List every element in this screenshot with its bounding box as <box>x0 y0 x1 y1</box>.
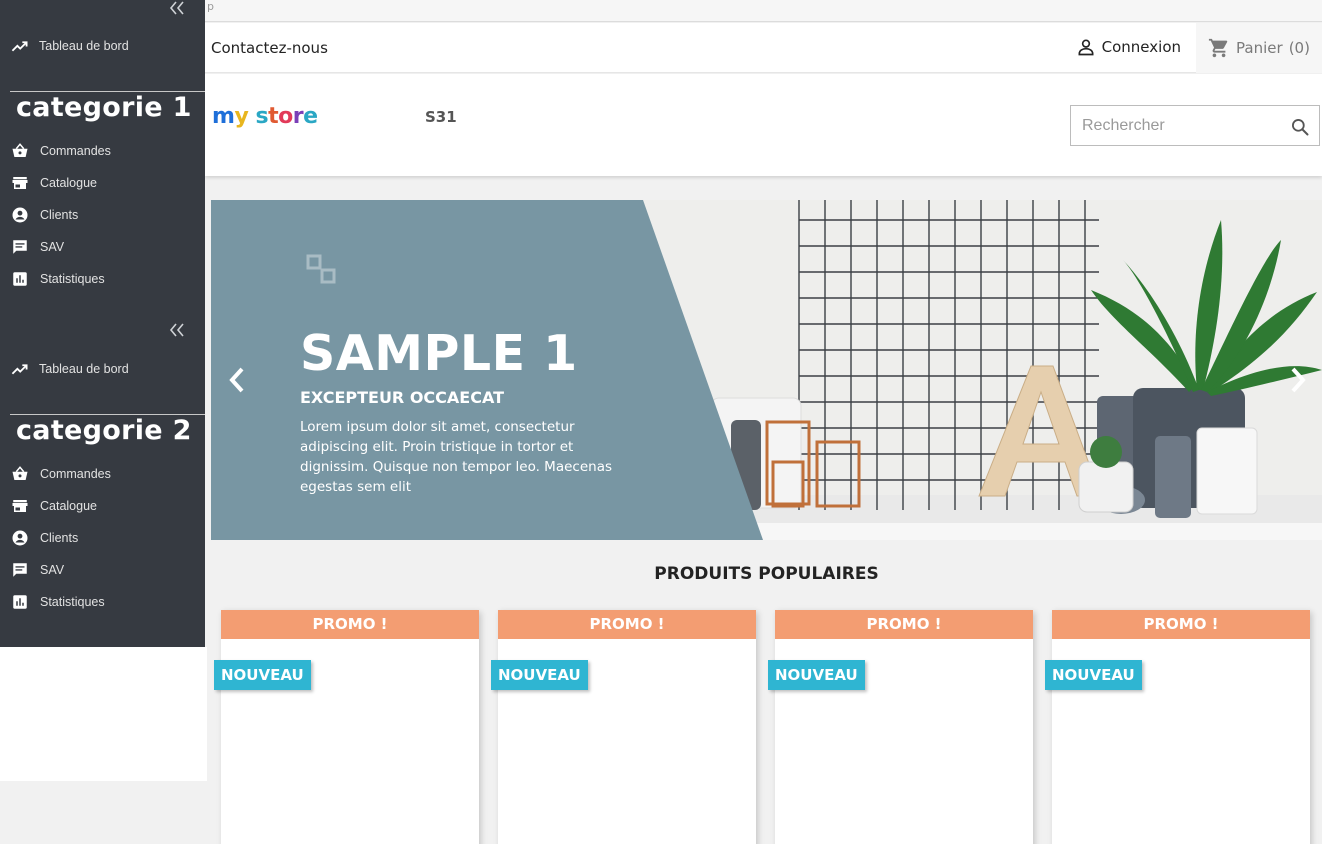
user-icon <box>1078 39 1094 56</box>
sidebar-item-label: SAV <box>40 240 65 254</box>
new-badge: NOUVEAU <box>214 660 311 690</box>
sidebar-item-catalog[interactable]: Catalogue <box>0 494 205 518</box>
squares-icon <box>306 254 336 284</box>
cart-button[interactable]: Panier (0) <box>1196 23 1322 73</box>
search-icon[interactable] <box>1290 117 1310 137</box>
slide-title: SAMPLE 1 <box>300 325 578 382</box>
sidebar-item-catalog[interactable]: Catalogue <box>0 171 205 195</box>
search-input[interactable] <box>1071 106 1281 145</box>
promo-flag: PROMO ! <box>498 610 756 639</box>
sidebar-item-label: Commandes <box>40 467 111 481</box>
basket-icon <box>12 143 28 157</box>
sidebar-item-orders[interactable]: Commandes <box>0 139 205 163</box>
sidebar-item-label: Commandes <box>40 144 111 158</box>
slide-subtitle: EXCEPTEUR OCCAECAT <box>300 388 505 407</box>
login-label: Connexion <box>1101 38 1181 56</box>
product-card[interactable]: PROMO ! NOUVEAU <box>1045 610 1310 844</box>
new-badge: NOUVEAU <box>768 660 865 690</box>
sidebar-item-label: Catalogue <box>40 176 97 190</box>
account-circle-icon <box>12 207 28 223</box>
sidebar-item-support[interactable]: SAV <box>0 558 205 582</box>
sidebar-item-label: Statistiques <box>40 272 105 286</box>
product-card[interactable]: PROMO ! NOUVEAU <box>491 610 756 844</box>
trending-up-icon <box>11 40 28 51</box>
trending-up-icon <box>11 363 28 374</box>
slide-text: Lorem ipsum dolor sit amet, consectetur … <box>300 419 612 495</box>
search-box <box>1070 105 1320 146</box>
store-icon <box>12 500 28 512</box>
section-title-popular: PRODUITS POPULAIRES <box>654 564 879 584</box>
sidebar-item-label: Tableau de bord <box>39 362 129 376</box>
promo-flag: PROMO ! <box>1052 610 1310 639</box>
account-circle-icon <box>12 530 28 546</box>
sidebar-item-label: Clients <box>40 208 79 222</box>
sidebar-item-label: SAV <box>40 563 65 577</box>
sidebar-item-stats[interactable]: Statistiques <box>0 590 205 614</box>
store-logo[interactable]: my store <box>212 104 318 129</box>
sidebar-item-customers[interactable]: Clients <box>0 203 205 227</box>
sidebar-item-label: Statistiques <box>40 595 105 609</box>
category-heading: categorie 1 <box>16 92 192 123</box>
sidebar-item-orders[interactable]: Commandes <box>0 462 205 486</box>
category-heading: categorie 2 <box>16 415 192 446</box>
sidebar-white-area <box>0 647 207 781</box>
header-main: my store S31 <box>205 74 1322 176</box>
chat-icon <box>13 240 27 254</box>
sidebar-item-customers[interactable]: Clients <box>0 526 205 550</box>
promo-flag: PROMO ! <box>221 610 479 639</box>
store-icon <box>12 177 28 189</box>
collapse-icon[interactable] <box>167 322 187 338</box>
store-code: S31 <box>425 108 457 126</box>
cart-icon <box>1208 38 1228 58</box>
contact-link[interactable]: Contactez-nous <box>211 39 328 57</box>
cart-label: Panier <box>1236 39 1283 57</box>
top-strip-text: p <box>207 0 214 13</box>
chat-icon <box>13 563 27 577</box>
login-link[interactable]: Connexion <box>1076 37 1181 57</box>
promo-flag: PROMO ! <box>775 610 1033 639</box>
product-card[interactable]: PROMO ! NOUVEAU <box>214 610 479 844</box>
new-badge: NOUVEAU <box>491 660 588 690</box>
product-card[interactable]: PROMO ! NOUVEAU <box>768 610 1033 844</box>
bar-chart-icon <box>13 272 27 286</box>
slider-next-arrow-icon[interactable] <box>1286 365 1310 395</box>
basket-icon <box>12 466 28 480</box>
new-badge: NOUVEAU <box>1045 660 1142 690</box>
sidebar-item-label: Clients <box>40 531 79 545</box>
sidebar-item-stats[interactable]: Statistiques <box>0 267 205 291</box>
admin-sidebar: Tableau de bord categorie 1 Commandes Ca… <box>0 0 205 647</box>
sidebar-item-dashboard[interactable]: Tableau de bord <box>0 357 205 381</box>
slider-prev-arrow-icon[interactable] <box>225 365 249 395</box>
sidebar-item-dashboard[interactable]: Tableau de bord <box>0 34 205 58</box>
header-nav: Contactez-nous Connexion Panier (0) <box>205 23 1322 73</box>
collapse-icon[interactable] <box>167 0 187 16</box>
image-slider: SAMPLE 1 EXCEPTEUR OCCAECAT Lorem ipsum … <box>211 200 1322 540</box>
cart-count: (0) <box>1288 39 1310 57</box>
bar-chart-icon <box>13 595 27 609</box>
sidebar-item-support[interactable]: SAV <box>0 235 205 259</box>
top-strip: p <box>205 0 1322 22</box>
slide-caption: SAMPLE 1 EXCEPTEUR OCCAECAT Lorem ipsum … <box>211 200 771 540</box>
sidebar-item-label: Tableau de bord <box>39 39 129 53</box>
sidebar-item-label: Catalogue <box>40 499 97 513</box>
